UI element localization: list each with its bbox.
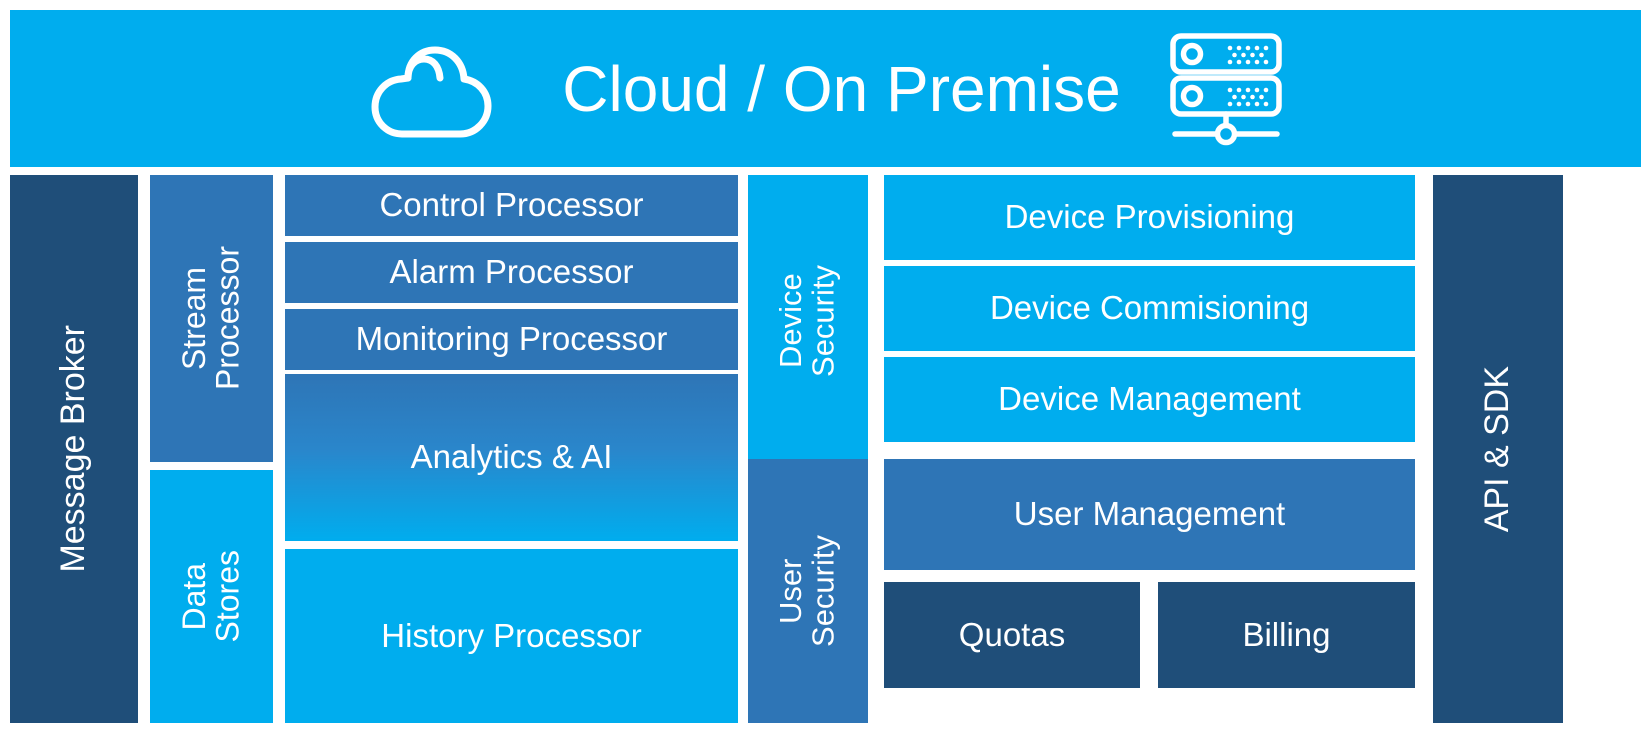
server-rack-icon <box>1169 32 1282 145</box>
device-security-label: Device Security <box>773 264 841 377</box>
device-management-box[interactable]: Device Management <box>884 357 1415 442</box>
api-sdk-label: API & SDK <box>1478 365 1517 533</box>
history-processor-box[interactable]: History Processor <box>285 549 738 723</box>
architecture-diagram: Cloud / On Premise Message Broker Stream… <box>0 0 1651 733</box>
quotas-box[interactable]: Quotas <box>884 582 1140 688</box>
device-commisioning-box[interactable]: Device Commisioning <box>884 266 1415 351</box>
api-sdk-panel[interactable]: API & SDK <box>1433 175 1563 723</box>
analytics-ai-box[interactable]: Analytics & AI <box>285 374 738 541</box>
cloud-on-premise-header: Cloud / On Premise <box>10 10 1641 167</box>
device-security-panel[interactable]: Device Security <box>748 175 868 466</box>
device-provisioning-box[interactable]: Device Provisioning <box>884 175 1415 260</box>
data-stores-label: Data Stores <box>175 550 246 643</box>
monitoring-processor-box[interactable]: Monitoring Processor <box>285 309 738 370</box>
user-security-label: User Security <box>773 535 841 647</box>
cloud-icon <box>371 46 492 137</box>
message-broker-label: Message Broker <box>54 325 93 573</box>
control-processor-box[interactable]: Control Processor <box>285 175 738 236</box>
billing-box[interactable]: Billing <box>1158 582 1415 688</box>
stream-processor-label: Stream Processor <box>175 246 246 391</box>
user-security-panel[interactable]: User Security <box>748 459 868 723</box>
alarm-processor-box[interactable]: Alarm Processor <box>285 242 738 303</box>
data-stores-panel[interactable]: Data Stores <box>150 470 273 723</box>
user-management-box[interactable]: User Management <box>884 459 1415 570</box>
message-broker-panel[interactable]: Message Broker <box>10 175 138 723</box>
header-title: Cloud / On Premise <box>562 52 1121 125</box>
stream-processor-panel[interactable]: Stream Processor <box>150 175 273 462</box>
